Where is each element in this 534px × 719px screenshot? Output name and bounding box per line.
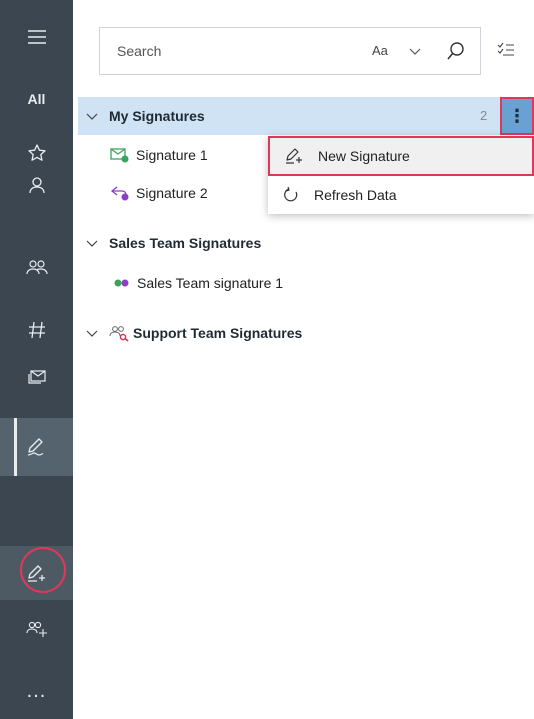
dual-dot-icon [114, 279, 129, 287]
rail-highlight-circle [20, 547, 66, 593]
rail-teams-button[interactable] [0, 244, 73, 290]
chevron-down-icon[interactable] [408, 44, 422, 58]
search-box[interactable]: Search Aa [99, 27, 481, 75]
group-count: 2 [480, 108, 488, 123]
list-item-signature-2[interactable]: Signature 2 [110, 180, 208, 206]
mail-check-icon [110, 148, 129, 163]
signature-name: Sales Team signature 1 [137, 275, 284, 291]
hashtag-icon [28, 321, 45, 339]
rail-templates-button[interactable] [0, 353, 73, 399]
hamburger-menu-button[interactable] [0, 14, 73, 60]
context-menu: New Signature Refresh Data [268, 136, 534, 214]
search-input[interactable]: Search [117, 43, 161, 59]
mail-stack-icon [27, 370, 46, 384]
new-signature-icon [286, 148, 302, 164]
signature-name: Signature 1 [136, 147, 208, 163]
group-sales-team-signatures[interactable]: Sales Team Signatures [78, 224, 534, 262]
signature-name: Signature 2 [136, 185, 208, 201]
match-case-button[interactable]: Aa [372, 43, 388, 58]
refresh-icon [284, 186, 298, 202]
menu-item-refresh-data[interactable]: Refresh Data [268, 176, 534, 214]
list-item-sales-team-signature-1[interactable]: Sales Team signature 1 [113, 270, 283, 296]
chevron-down-icon[interactable] [86, 327, 98, 339]
search-icon[interactable] [446, 41, 466, 61]
group-my-signatures[interactable]: My Signatures 2 ⋮ [78, 97, 534, 135]
chevron-down-icon[interactable] [86, 110, 98, 122]
group-label: Support Team Signatures [133, 325, 303, 341]
rail-tags-button[interactable] [0, 307, 73, 353]
list-item-signature-1[interactable]: Signature 1 [110, 142, 208, 168]
group-more-button[interactable]: ⋮ [500, 97, 534, 135]
rail-add-people-button[interactable] [0, 606, 73, 652]
rail-signatures-button[interactable] [0, 418, 73, 476]
rail-personal-button[interactable] [0, 162, 73, 208]
menu-item-label: Refresh Data [314, 187, 397, 203]
group-label: My Signatures [109, 108, 205, 124]
reply-icon [110, 186, 129, 201]
rail-all-label: All [27, 91, 46, 107]
hamburger-icon [27, 30, 46, 44]
filter-checklist-icon[interactable] [497, 42, 515, 58]
rail-all-button[interactable]: All [0, 76, 73, 122]
more-vertical-icon: ⋮ [508, 106, 526, 126]
menu-item-label: New Signature [318, 148, 410, 164]
rail-more-label: ... [26, 680, 47, 702]
signature-pen-icon [27, 438, 43, 456]
rail-more-button[interactable]: ... [0, 668, 73, 714]
locked-team-icon [109, 326, 129, 342]
left-rail: All ... [0, 0, 73, 719]
group-label: Sales Team Signatures [109, 235, 262, 251]
people-icon [25, 260, 48, 275]
person-icon [28, 177, 45, 194]
star-icon [27, 144, 46, 161]
chevron-down-icon[interactable] [86, 237, 98, 249]
menu-item-new-signature[interactable]: New Signature [268, 136, 534, 176]
group-support-team-signatures[interactable]: Support Team Signatures [78, 314, 534, 352]
add-people-icon [25, 621, 47, 637]
